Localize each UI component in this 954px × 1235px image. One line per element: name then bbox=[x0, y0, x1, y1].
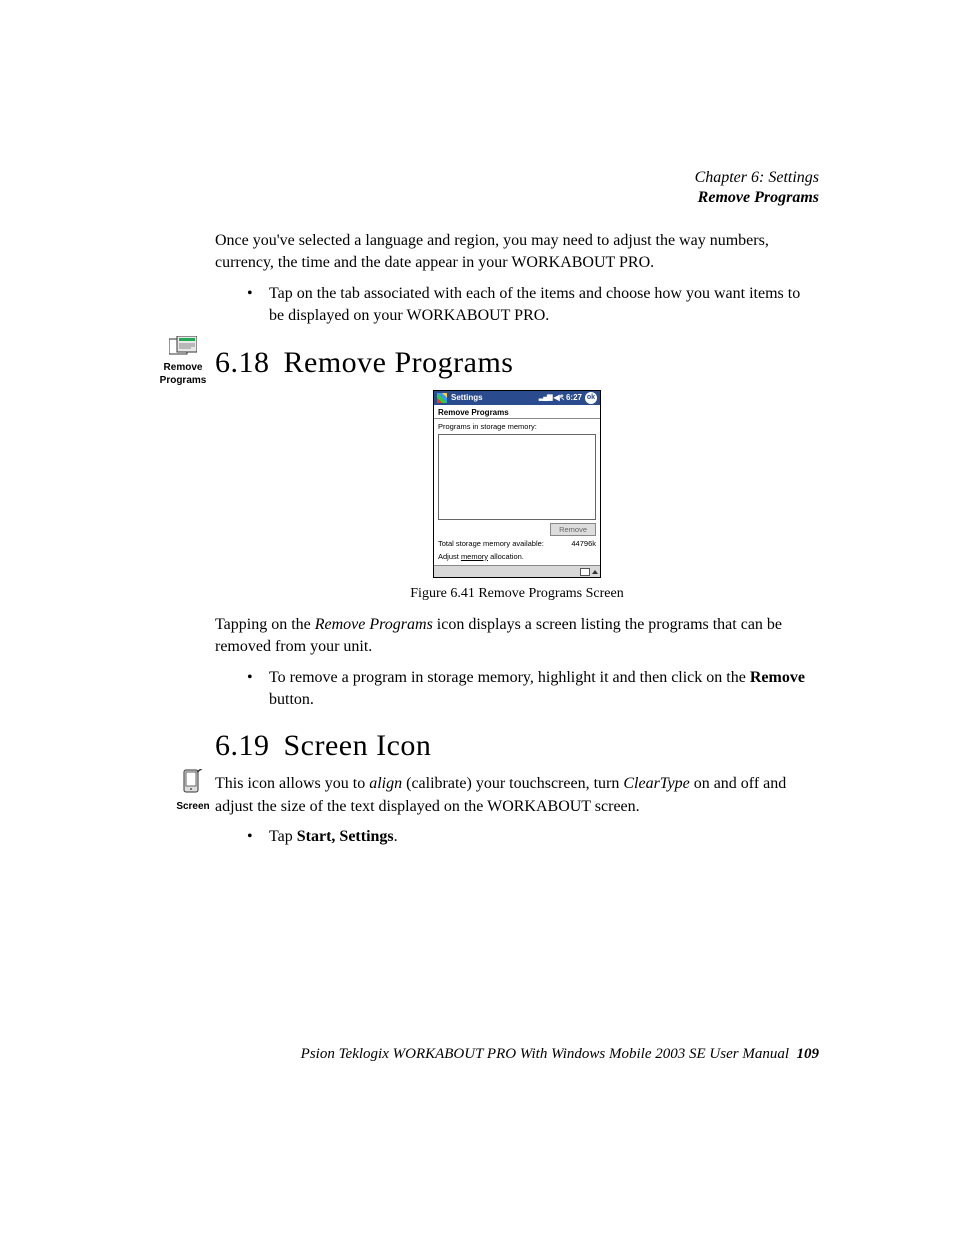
heading-6-19: 6.19Screen Icon bbox=[215, 725, 819, 767]
remove-programs-icon bbox=[169, 336, 197, 358]
sip-up-icon[interactable] bbox=[592, 570, 598, 574]
volume-icon: ◀ৎ bbox=[554, 392, 564, 403]
chapter-label: Chapter 6: Settings bbox=[695, 168, 819, 188]
page-number: 109 bbox=[797, 1046, 820, 1062]
screen-icon bbox=[182, 769, 204, 797]
shot-titlebar: Settings ▂▄▆ ◀ৎ 6:27 ok bbox=[434, 391, 600, 405]
total-value: 44796k bbox=[571, 539, 596, 550]
figure-caption: Figure 6.41 Remove Programs Screen bbox=[215, 584, 819, 604]
page-footer: Psion Teklogix WORKABOUT PRO With Window… bbox=[301, 1044, 819, 1065]
total-label: Total storage memory available: bbox=[438, 539, 544, 550]
shot-tab: Remove Programs bbox=[434, 405, 600, 419]
margin-remove-programs: Remove Programs bbox=[148, 336, 218, 387]
s618-paragraph: Tapping on the Remove Programs icon disp… bbox=[215, 614, 819, 659]
running-header: Chapter 6: Settings Remove Programs bbox=[695, 168, 819, 208]
sip-bar bbox=[434, 565, 600, 577]
figure-6-41: Settings ▂▄▆ ◀ৎ 6:27 ok Remove Programs … bbox=[215, 390, 819, 579]
screenshot-remove-programs: Settings ▂▄▆ ◀ৎ 6:27 ok Remove Programs … bbox=[433, 390, 601, 579]
section-label: Remove Programs bbox=[695, 188, 819, 208]
clock: 6:27 bbox=[566, 392, 582, 403]
intro-bullet: Tap on the tab associated with each of t… bbox=[247, 283, 819, 328]
heading-6-18: 6.18Remove Programs bbox=[215, 342, 819, 384]
shot-title: Settings bbox=[451, 392, 483, 403]
remove-button[interactable]: Remove bbox=[550, 523, 596, 536]
s618-bullet: To remove a program in storage memory, h… bbox=[247, 667, 819, 712]
programs-label: Programs in storage memory: bbox=[438, 422, 596, 433]
keyboard-icon[interactable] bbox=[580, 568, 590, 576]
start-flag-icon bbox=[437, 393, 447, 403]
signal-icon: ▂▄▆ bbox=[539, 393, 552, 403]
s619-bullet: Tap Start, Settings. bbox=[247, 826, 819, 848]
ok-button[interactable]: ok bbox=[585, 392, 597, 404]
programs-listbox[interactable] bbox=[438, 434, 596, 520]
s619-paragraph: This icon allows you to align (calibrate… bbox=[215, 773, 819, 818]
intro-paragraph: Once you've selected a language and regi… bbox=[215, 230, 819, 275]
adjust-memory-link[interactable]: Adjust memory allocation. bbox=[438, 552, 596, 563]
